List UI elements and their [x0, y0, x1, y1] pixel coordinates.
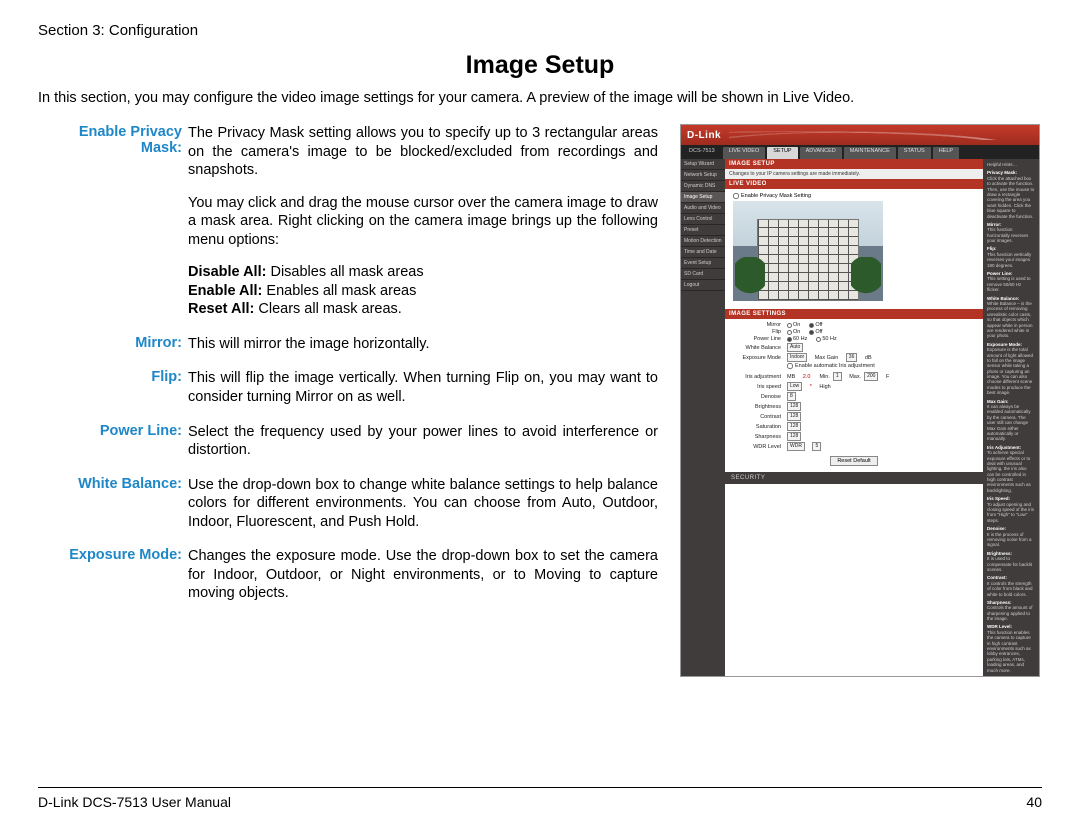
shot-side-setup-wizard[interactable]: Setup Wizard	[681, 159, 725, 170]
row-flip-label: Flip	[733, 329, 787, 335]
sel-bright[interactable]: 128	[787, 402, 801, 411]
embedded-screenshot: D-Link DCS-7513LIVE VIDEOSETUPADVANCEDMA…	[680, 124, 1040, 677]
shot-note: Changes to your IP camera settings are m…	[725, 169, 983, 179]
label-mirror: Mirror:	[38, 335, 188, 354]
flip-off[interactable]: Off	[809, 329, 822, 335]
shot-side-dynamic-dns[interactable]: Dynamic DNS	[681, 181, 725, 192]
chk-privacy-mask[interactable]: Enable Privacy Mask Setting	[733, 193, 975, 199]
intro-text: In this section, you may configure the v…	[38, 90, 1042, 106]
strip-live-video: LIVE VIDEO	[725, 179, 983, 189]
row-irisspd-label: Iris speed	[733, 384, 787, 390]
shot-tab-help[interactable]: HELP	[933, 147, 959, 159]
shot-side-event-setup[interactable]: Event Setup	[681, 258, 725, 269]
shot-side-logout[interactable]: Logout	[681, 280, 725, 291]
row-mirror-label: Mirror	[733, 322, 787, 328]
section-header: Section 3: Configuration	[38, 22, 1042, 39]
reset-default-button[interactable]: Reset Default	[830, 456, 877, 466]
shot-tab-live-video[interactable]: LIVE VIDEO	[723, 147, 766, 159]
row-exp-label: Exposure Mode	[733, 355, 787, 361]
row-denoise-label: Denoise	[733, 394, 787, 400]
row-irisadj-label: Iris adjustment	[733, 374, 787, 380]
flip-on[interactable]: On	[787, 329, 800, 335]
strip-image-settings: IMAGE SETTINGS	[725, 309, 983, 319]
mirror-off[interactable]: Off	[809, 322, 822, 328]
wb-text: Use the drop-down box to change white ba…	[188, 476, 658, 532]
shot-tab-advanced[interactable]: ADVANCED	[800, 147, 842, 159]
shot-side-sd-card[interactable]: SD Card	[681, 269, 725, 280]
row-sat-label: Saturation	[733, 424, 787, 430]
flip-text: This will flip the image vertically. Whe…	[188, 369, 658, 406]
shot-side-audio-and-video[interactable]: Audio and Video	[681, 203, 725, 214]
shot-side-network-setup[interactable]: Network Setup	[681, 170, 725, 181]
label-wb: White Balance:	[38, 476, 188, 532]
label-flip: Flip:	[38, 369, 188, 406]
strip-image-setup: IMAGE SETUP	[725, 159, 983, 169]
footer-left: D-Link DCS-7513 User Manual	[38, 794, 231, 810]
power-text: Select the frequency used by your power …	[188, 423, 658, 460]
row-wb-label: White Balance	[733, 345, 787, 351]
shot-tab-setup[interactable]: SETUP	[767, 147, 797, 159]
label-power: Power Line:	[38, 423, 188, 460]
shot-tab-status[interactable]: STATUS	[898, 147, 931, 159]
footer-page: 40	[1026, 794, 1042, 810]
power-50[interactable]: 50 Hz	[816, 336, 836, 342]
exp-text: Changes the exposure mode. Use the drop-…	[188, 547, 658, 603]
sel-denoise[interactable]: 8	[787, 392, 796, 401]
mirror-on[interactable]: On	[787, 322, 800, 328]
sel-sat[interactable]: 128	[787, 422, 801, 431]
shot-tab-maintenance[interactable]: MAINTENANCE	[844, 147, 896, 159]
row-power-label: Power Line	[733, 336, 787, 342]
row-wdr-label: WDR Level	[733, 444, 787, 450]
row-contrast-label: Contrast	[733, 414, 787, 420]
help-panel: Helpful Hints… Privacy Mask:Click the at…	[983, 159, 1039, 676]
privacy-enable: Enable All: Enables all mask areas	[188, 282, 658, 301]
camera-preview[interactable]	[733, 201, 883, 301]
chk-auto-iris[interactable]: Enable automatic Iris adjustment	[787, 363, 875, 369]
shot-side-motion-detection[interactable]: Motion Detection	[681, 236, 725, 247]
shot-side-preset[interactable]: Preset	[681, 225, 725, 236]
sel-exp[interactable]: Indoor	[787, 353, 807, 362]
brand-logo: D-Link	[687, 130, 721, 141]
sel-wdr-lvl[interactable]: 5	[812, 442, 821, 451]
row-bright-label: Brightness	[733, 404, 787, 410]
page-title: Image Setup	[38, 51, 1042, 80]
privacy-reset: Reset All: Clears all mask areas.	[188, 300, 658, 319]
security-strip: SECURITY	[725, 472, 983, 484]
power-60[interactable]: 60 Hz	[787, 336, 807, 342]
shot-side-lens-control[interactable]: Lens Control	[681, 214, 725, 225]
sel-wb[interactable]: Auto	[787, 343, 803, 352]
sel-wdr[interactable]: WDR	[787, 442, 805, 451]
sel-sharp[interactable]: 128	[787, 432, 801, 441]
label-exp: Exposure Mode:	[38, 547, 188, 603]
privacy-p1: The Privacy Mask setting allows you to s…	[188, 124, 658, 180]
shot-side-time-and-date[interactable]: Time and Date	[681, 247, 725, 258]
sel-max[interactable]: 200	[864, 372, 878, 381]
label-privacy: Enable Privacy Mask:	[38, 124, 188, 319]
shot-side-image-setup[interactable]: Image Setup	[681, 192, 725, 203]
privacy-p2: You may click and drag the mouse cursor …	[188, 194, 658, 250]
sel-contrast[interactable]: 128	[787, 412, 801, 421]
sel-irisspd[interactable]: Low	[787, 382, 802, 391]
mirror-text: This will mirror the image horizontally.	[188, 335, 658, 354]
privacy-disable: Disable All: Disables all mask areas	[188, 263, 658, 282]
shot-sidebar: Setup WizardNetwork SetupDynamic DNSImag…	[681, 159, 725, 676]
definitions-column: Enable Privacy Mask: The Privacy Mask se…	[38, 124, 658, 677]
row-sharp-label: Sharpness	[733, 434, 787, 440]
sel-maxgain[interactable]: 36	[846, 353, 858, 362]
sel-min[interactable]: 1	[833, 372, 842, 381]
